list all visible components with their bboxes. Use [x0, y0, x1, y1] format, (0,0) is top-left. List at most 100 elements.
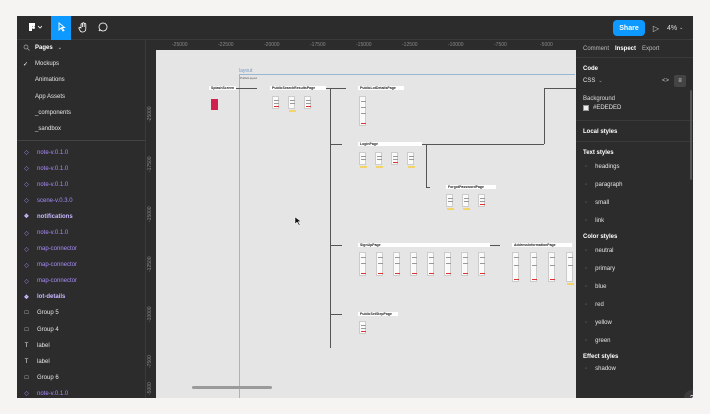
page-item-label: App Assets [35, 93, 66, 100]
frame-title-sign-up[interactable]: SignUpPage [358, 243, 490, 247]
style-item-headings[interactable]: ◦ headings [576, 158, 693, 176]
page-item-mockups[interactable]: ✓ Mockups [17, 56, 145, 72]
style-item-link[interactable]: ◦ link [576, 212, 693, 230]
screen-thumbnail[interactable] [359, 152, 367, 168]
layer-item[interactable]: ◇ map-connector [17, 257, 145, 273]
flow-connector [426, 144, 427, 188]
layer-label: lot-details [37, 294, 66, 301]
screen-thumbnail[interactable] [407, 152, 415, 168]
layer-item[interactable]: ◇ note-v.0.1.0 [17, 144, 145, 160]
frame-title-forgot-password[interactable]: ForgotPasswordPage [446, 185, 496, 189]
frame-title-address-information[interactable]: AddressInformationPage [512, 243, 572, 247]
style-item-green[interactable]: ◦ green [576, 332, 693, 350]
layer-item[interactable]: ◇ note-v.0.1.0 [17, 177, 145, 193]
screen-thumbnail[interactable] [288, 96, 296, 112]
layer-item[interactable]: ◇ map-connector [17, 241, 145, 257]
background-value-row: #EDEDED [576, 102, 693, 114]
screen-thumbnail[interactable] [548, 252, 555, 282]
screen-thumbnail[interactable] [444, 252, 451, 276]
tab-export[interactable]: Export [642, 46, 659, 52]
page-item-animations[interactable]: Animations [17, 72, 145, 88]
screen-thumbnail[interactable] [375, 152, 383, 168]
frame-title-set-step[interactable]: PublicSetStepPage [358, 312, 398, 316]
style-label: neutral [595, 248, 614, 254]
present-button[interactable]: ▷ [649, 20, 663, 36]
frame-title-search-results[interactable]: PublicSearchResultsPage [270, 86, 326, 90]
figma-menu-button[interactable] [21, 16, 49, 40]
code-language-select[interactable]: CSS [583, 78, 595, 84]
layer-item[interactable]: ◇ note-v.0.1.0 [17, 161, 145, 177]
layer-item[interactable]: ❖ notifications [17, 209, 145, 225]
flow-connector [544, 88, 545, 144]
style-item-small[interactable]: ◦ small [576, 194, 693, 212]
ruler-tick: -17500 [310, 42, 326, 48]
share-button[interactable]: Share [613, 20, 645, 36]
layout-section[interactable] [239, 74, 575, 398]
screen-thumbnail[interactable] [530, 252, 537, 282]
style-item-red[interactable]: ◦ red [576, 296, 693, 314]
layer-item[interactable]: □ Group 4 [17, 322, 145, 338]
horizontal-scrollbar[interactable] [192, 386, 272, 389]
search-icon[interactable] [23, 44, 30, 53]
page-item-app-assets[interactable]: App Assets [17, 89, 145, 105]
move-tool-button[interactable] [51, 16, 71, 40]
frame-title-splash[interactable]: SplashScreen [209, 86, 237, 90]
style-label: small [595, 200, 610, 206]
screen-thumbnail[interactable] [512, 252, 519, 282]
style-item-blue[interactable]: ◦ blue [576, 278, 693, 296]
screen-thumbnail[interactable] [359, 96, 366, 126]
screen-thumbnail[interactable] [478, 252, 485, 276]
style-item-shadow[interactable]: ◦ shadow [576, 360, 693, 378]
screen-thumbnail[interactable] [566, 252, 574, 285]
layer-item[interactable]: ◇ note-v.0.1.0 [17, 225, 145, 241]
page-item-label: _sandbox [35, 126, 62, 133]
code-view-icon[interactable]: <> [662, 78, 669, 84]
screen-thumbnail[interactable] [478, 194, 485, 207]
list-view-icon[interactable]: ≡ [674, 75, 686, 87]
figma-menu-icon [28, 22, 43, 34]
layer-item[interactable]: Tlabel [17, 338, 145, 354]
background-value[interactable]: #EDEDED [593, 105, 621, 111]
screen-thumbnail[interactable] [410, 252, 417, 276]
layer-item[interactable]: ❖ lot-details [17, 289, 145, 305]
pages-header[interactable]: Pages ⌄ [17, 40, 145, 56]
zoom-dropdown[interactable]: 4% ⌄ [667, 20, 693, 36]
screen-thumbnail[interactable] [462, 194, 470, 210]
layer-item[interactable]: ◇ map-connector [17, 273, 145, 289]
layer-label: map-connector [37, 278, 78, 285]
splash-screen-frame[interactable] [211, 99, 218, 110]
style-item-primary[interactable]: ◦ primary [576, 260, 693, 278]
screen-thumbnail[interactable] [393, 252, 400, 276]
help-button[interactable]: ? [684, 390, 693, 398]
layer-item[interactable]: ◇ scene-v.0.3.0 [17, 193, 145, 209]
screen-thumbnail[interactable] [391, 152, 398, 165]
tab-comment[interactable]: Comment [583, 46, 609, 52]
screen-thumbnail[interactable] [359, 252, 366, 276]
comment-tool-button[interactable] [93, 16, 113, 40]
screen-thumbnail[interactable] [461, 252, 468, 276]
screen-thumbnail[interactable] [446, 194, 454, 210]
canvas[interactable]: -25000 -22500 -20000 -17500 -15000 -1250… [146, 40, 576, 398]
screen-thumbnail[interactable] [304, 96, 311, 109]
frame-title-login[interactable]: LoginPage [358, 142, 422, 146]
style-item-neutral[interactable]: ◦ neutral [576, 242, 693, 260]
style-item-yellow[interactable]: ◦ yellow [576, 314, 693, 332]
vertical-scrollbar[interactable] [690, 90, 692, 180]
layer-item[interactable]: ◇ note-v.0.1.0 [17, 386, 145, 398]
screen-thumbnail[interactable] [376, 252, 383, 276]
screen-thumbnail[interactable] [359, 321, 366, 334]
color-swatch [583, 105, 589, 111]
layer-item[interactable]: □ Group 5 [17, 305, 145, 321]
screen-thumbnail[interactable] [272, 96, 279, 109]
frame-title-lot-details[interactable]: PublicLotDetailsPage [358, 86, 404, 90]
text-style-icon: ◦ [585, 182, 588, 188]
page-item-sandbox[interactable]: _sandbox [17, 121, 145, 137]
page-item-components[interactable]: _components [17, 105, 145, 121]
layer-label: note-v.0.1.0 [37, 390, 69, 397]
tab-inspect[interactable]: Inspect [615, 46, 636, 52]
layer-item[interactable]: Tlabel [17, 354, 145, 370]
style-item-paragraph[interactable]: ◦ paragraph [576, 176, 693, 194]
screen-thumbnail[interactable] [427, 252, 434, 276]
layer-item[interactable]: □ Group 6 [17, 370, 145, 386]
hand-tool-button[interactable] [73, 16, 93, 40]
